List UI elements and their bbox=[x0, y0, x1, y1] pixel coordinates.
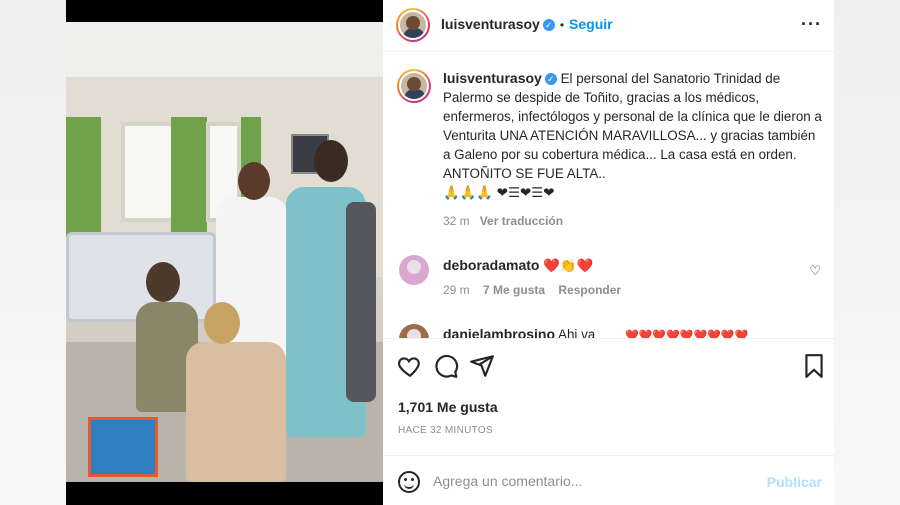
comments-section[interactable]: luisventurasoy ✓ El personal del Sanatori… bbox=[383, 52, 834, 338]
share-send-icon[interactable] bbox=[469, 353, 495, 379]
comment-emojis: ❤️❤️❤️❤️❤️❤️❤️❤️❤️ bbox=[625, 330, 749, 338]
verified-badge-icon: ✓ bbox=[542, 18, 555, 31]
caption-age: 32 m bbox=[443, 214, 470, 228]
like-heart-icon[interactable] bbox=[397, 353, 423, 379]
comment-bubble-icon[interactable] bbox=[433, 353, 459, 379]
caption-emojis: 🙏🙏🙏 ❤☰❤☰❤ bbox=[443, 185, 555, 200]
post-header: luisventurasoy ✓ • Seguir ··· bbox=[383, 0, 834, 52]
likes-count[interactable]: 1,701 Me gusta bbox=[398, 399, 498, 415]
more-options-icon[interactable]: ··· bbox=[801, 14, 822, 35]
verified-badge-icon: ✓ bbox=[544, 73, 557, 86]
comment-item: deboradamato ❤️👏❤️ 29 m 7 Me gusta Respo… bbox=[397, 255, 827, 305]
author-avatar[interactable] bbox=[396, 8, 430, 42]
author-username[interactable]: luisventurasoy bbox=[441, 16, 540, 32]
save-bookmark-icon[interactable] bbox=[801, 353, 827, 379]
translate-link[interactable]: Ver traducción bbox=[480, 214, 563, 228]
publish-button[interactable]: Publicar bbox=[767, 474, 822, 490]
post-photo[interactable] bbox=[66, 0, 383, 505]
reply-button[interactable]: Responder bbox=[558, 283, 621, 297]
comment-input[interactable] bbox=[433, 470, 753, 492]
commenter-username[interactable]: deboradamato bbox=[443, 257, 539, 273]
comment-text: Ahi va bbox=[558, 327, 596, 338]
hospital-room-image bbox=[66, 22, 383, 482]
commenter-avatar[interactable] bbox=[399, 255, 429, 285]
post-panel: luisventurasoy ✓ • Seguir ··· luisventuraso… bbox=[383, 0, 834, 505]
like-comment-heart-icon[interactable]: ♡ bbox=[809, 263, 821, 279]
caption-avatar[interactable] bbox=[397, 69, 431, 103]
add-comment-bar: Publicar bbox=[383, 455, 834, 505]
commenter-avatar[interactable] bbox=[399, 324, 429, 338]
caption-text: El personal del Sanatorio Trinidad de Pa… bbox=[443, 71, 822, 181]
comment-age: 29 m bbox=[443, 283, 470, 297]
commenter-username[interactable]: danielambrosino bbox=[443, 326, 555, 338]
comment-likes[interactable]: 7 Me gusta bbox=[483, 283, 545, 297]
emoji-smiley-icon[interactable] bbox=[398, 471, 420, 493]
separator-dot: • bbox=[559, 18, 565, 32]
post-time: HACE 32 MINUTOS bbox=[398, 425, 493, 436]
caption-username[interactable]: luisventurasoy bbox=[443, 70, 542, 86]
comment-item: danielambrosino Ahi va ❤️❤️❤️❤️❤️❤️❤️❤️❤… bbox=[397, 320, 827, 338]
action-bar: 1,701 Me gusta HACE 32 MINUTOS bbox=[383, 338, 834, 455]
comment-text: ❤️👏❤️ bbox=[543, 258, 594, 273]
follow-button[interactable]: Seguir bbox=[569, 16, 613, 32]
